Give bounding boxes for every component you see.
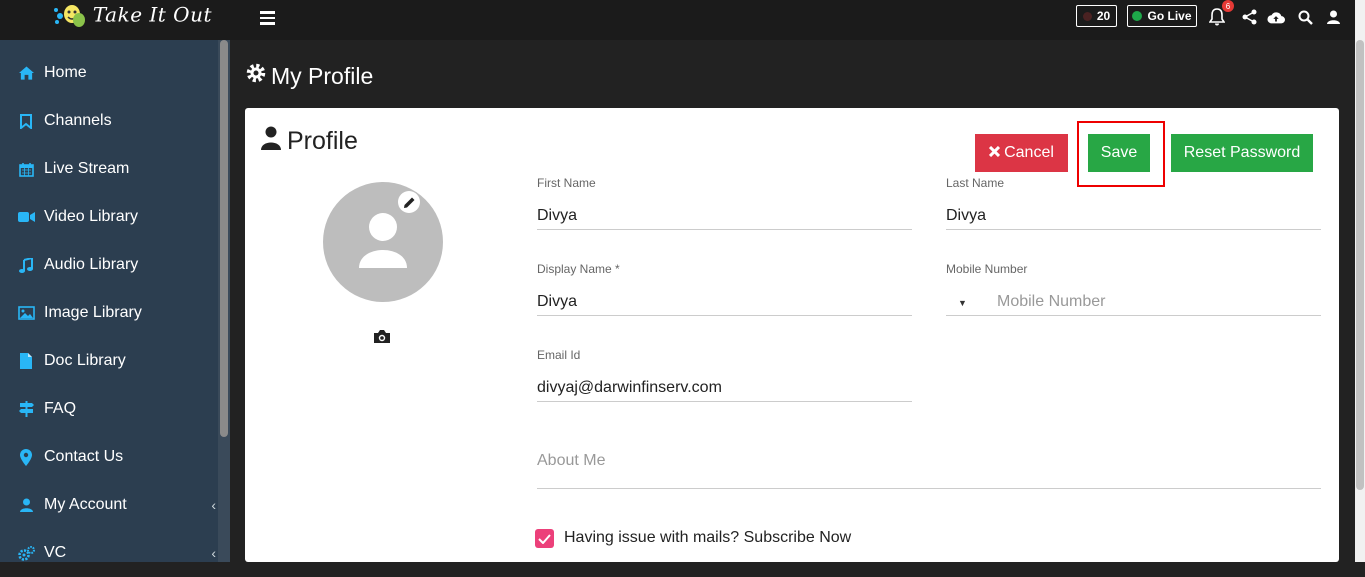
menu-toggle-icon[interactable] <box>260 11 275 28</box>
pencil-icon <box>403 197 414 208</box>
checkmark-icon <box>538 533 551 544</box>
gear-icon <box>245 62 267 90</box>
main-scrollbar[interactable] <box>1355 0 1365 562</box>
cogs-icon <box>17 544 35 562</box>
last-name-label: Last Name <box>946 176 1005 190</box>
app-logo[interactable]: Take It Out <box>52 2 212 30</box>
counter-value: 20 <box>1096 9 1111 23</box>
live-dot-icon <box>1132 11 1143 21</box>
sidebar-item-label: Home <box>44 64 87 81</box>
page-title: My Profile <box>245 62 373 90</box>
go-live-label: Go Live <box>1147 9 1192 23</box>
first-name-label: First Name <box>537 176 596 190</box>
main-scrollbar-thumb[interactable] <box>1356 40 1364 490</box>
cancel-button[interactable]: Cancel <box>975 134 1068 172</box>
avatar-placeholder-icon <box>359 213 407 268</box>
video-camera-icon <box>17 208 35 226</box>
sidebar-item-video-library[interactable]: Video Library <box>0 193 216 241</box>
subscribe-label: Having issue with mails? Subscribe Now <box>564 529 852 546</box>
sidebar-item-image-library[interactable]: Image Library <box>0 289 216 337</box>
first-name-field[interactable]: Divya <box>537 203 912 230</box>
email-label: Email Id <box>537 348 581 362</box>
signpost-icon <box>17 400 35 418</box>
go-live-button[interactable]: Go Live <box>1127 5 1197 27</box>
sidebar-item-doc-library[interactable]: Doc Library <box>0 337 216 385</box>
sidebar-item-label: Image Library <box>44 304 142 321</box>
about-me-field[interactable]: About Me <box>537 452 1321 489</box>
sidebar-item-contact-us[interactable]: Contact Us <box>0 433 216 481</box>
edit-avatar-button[interactable] <box>398 191 420 213</box>
user-account-icon[interactable] <box>1324 8 1342 26</box>
chevron-left-icon: ‹ <box>211 497 216 513</box>
sidebar-item-label: Channels <box>44 112 112 129</box>
map-pin-icon <box>17 448 35 466</box>
theater-masks-icon <box>54 5 85 27</box>
image-icon <box>17 304 35 322</box>
sidebar: Take It Out Home Channels Live Stream Vi… <box>0 0 230 562</box>
sidebar-scrollbar-thumb[interactable] <box>220 40 228 437</box>
sidebar-item-vc[interactable]: VC ‹ <box>0 529 216 577</box>
calendar-icon <box>17 160 35 178</box>
viewer-counter[interactable]: 20 <box>1076 5 1117 27</box>
sidebar-item-label: Audio Library <box>44 256 139 273</box>
country-code-dropdown-icon[interactable]: ▼ <box>958 298 967 308</box>
status-dot-icon <box>1082 11 1092 21</box>
document-icon <box>17 352 35 370</box>
camera-icon[interactable] <box>373 329 391 349</box>
sidebar-item-audio-library[interactable]: Audio Library <box>0 241 216 289</box>
sidebar-item-channels[interactable]: Channels <box>0 97 216 145</box>
close-icon <box>989 144 1001 162</box>
mobile-number-field[interactable]: Mobile Number <box>997 289 1297 315</box>
user-icon <box>17 496 35 514</box>
display-name-field[interactable]: Divya <box>537 289 912 316</box>
notification-badge: 6 <box>1222 0 1234 12</box>
chevron-left-icon: ‹ <box>211 545 216 561</box>
mobile-number-label: Mobile Number <box>946 262 1028 276</box>
sidebar-item-label: Video Library <box>44 208 138 225</box>
profile-card-title-text: Profile <box>287 127 358 155</box>
sidebar-item-label: Contact Us <box>44 448 124 465</box>
sidebar-item-label: Live Stream <box>44 160 130 177</box>
music-note-icon <box>17 256 35 274</box>
page-title-text: My Profile <box>271 62 374 89</box>
profile-card-title: Profile <box>261 126 358 157</box>
home-icon <box>17 64 35 82</box>
reset-password-button[interactable]: Reset Password <box>1171 134 1313 172</box>
sidebar-item-label: FAQ <box>44 400 77 417</box>
sidebar-item-live-stream[interactable]: Live Stream <box>0 145 216 193</box>
avatar[interactable] <box>323 182 443 302</box>
save-button-highlight-box <box>1077 121 1165 187</box>
logo-text: Take It Out <box>92 2 212 27</box>
bookmark-icon <box>17 112 35 130</box>
email-field[interactable]: divyaj@darwinfinserv.com <box>537 375 912 402</box>
subscribe-checkbox[interactable] <box>535 529 554 548</box>
sidebar-item-label: Doc Library <box>44 352 126 369</box>
sidebar-item-faq[interactable]: FAQ <box>0 385 216 433</box>
profile-card: Profile Cancel Save Reset Password First… <box>245 108 1339 562</box>
cloud-upload-icon[interactable] <box>1267 8 1285 26</box>
display-name-label: Display Name * <box>537 262 620 276</box>
sidebar-item-my-account[interactable]: My Account ‹ <box>0 481 216 529</box>
sidebar-item-label: VC <box>44 544 67 561</box>
share-icon[interactable] <box>1240 8 1258 26</box>
sidebar-scrollbar[interactable] <box>218 40 230 562</box>
search-icon[interactable] <box>1296 8 1314 26</box>
logo-bar: Take It Out <box>0 0 230 40</box>
user-icon <box>261 126 281 157</box>
last-name-field[interactable]: Divya <box>946 203 1321 230</box>
sidebar-item-label: My Account <box>44 496 127 513</box>
top-navbar: 20 Go Live 6 <box>230 0 1355 40</box>
sidebar-item-home[interactable]: Home <box>0 49 216 97</box>
cancel-button-label: Cancel <box>1004 144 1054 161</box>
